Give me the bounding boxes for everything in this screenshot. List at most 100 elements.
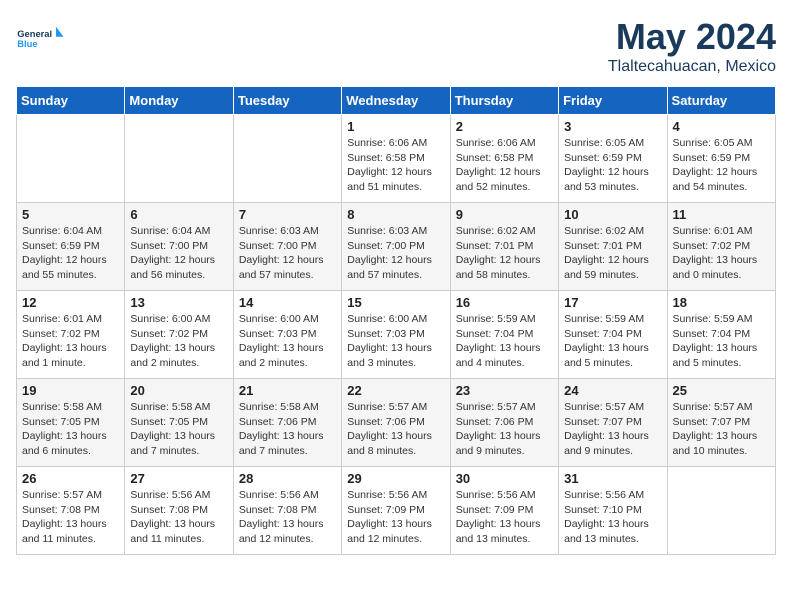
- day-number: 25: [673, 383, 770, 398]
- calendar-cell: 14 Sunrise: 6:00 AM Sunset: 7:03 PM Dayli…: [233, 291, 341, 379]
- page-header: General Blue May 2024 Tlaltecahuacan, Me…: [16, 16, 776, 76]
- location-title: Tlaltecahuacan, Mexico: [608, 58, 776, 76]
- calendar-cell: 1 Sunrise: 6:06 AM Sunset: 6:58 PM Daylig…: [342, 115, 450, 203]
- day-info: Sunrise: 6:06 AM Sunset: 6:58 PM Dayligh…: [456, 136, 553, 195]
- day-number: 27: [130, 471, 227, 486]
- day-info: Sunrise: 6:06 AM Sunset: 6:58 PM Dayligh…: [347, 136, 444, 195]
- calendar-week-row: 12 Sunrise: 6:01 AM Sunset: 7:02 PM Dayli…: [17, 291, 776, 379]
- calendar-cell: 3Sunrise: 6:05 AM Sunset: 6:59 PM Daylig…: [559, 115, 667, 203]
- calendar-cell: 25Sunrise: 5:57 AM Sunset: 7:07 PM Dayli…: [667, 379, 775, 467]
- calendar-cell: 11 Sunrise: 6:01 AM Sunset: 7:02 PM Dayli…: [667, 203, 775, 291]
- day-number: 12: [22, 295, 119, 310]
- day-number: 8: [347, 207, 444, 222]
- calendar-cell: 24Sunrise: 5:57 AM Sunset: 7:07 PM Dayli…: [559, 379, 667, 467]
- day-number: 23: [456, 383, 553, 398]
- day-info: Sunrise: 5:57 AM Sunset: 7:06 PM Dayligh…: [456, 400, 553, 459]
- day-info: Sunrise: 5:56 AM Sunset: 7:09 PM Dayligh…: [347, 488, 444, 547]
- day-info: Sunrise: 5:59 AM Sunset: 7:04 PM Dayligh…: [564, 312, 661, 371]
- calendar-cell: [17, 115, 125, 203]
- calendar-cell: 10 Sunrise: 6:02 AM Sunset: 7:01 PM Dayli…: [559, 203, 667, 291]
- calendar-cell: 15Sunrise: 6:00 AM Sunset: 7:03 PM Dayli…: [342, 291, 450, 379]
- day-info: Sunrise: 6:05 AM Sunset: 6:59 PM Dayligh…: [564, 136, 661, 195]
- svg-text:General: General: [17, 29, 52, 39]
- calendar-cell: 19Sunrise: 5:58 AM Sunset: 7:05 PM Dayli…: [17, 379, 125, 467]
- day-info: Sunrise: 6:05 AM Sunset: 6:59 PM Dayligh…: [673, 136, 770, 195]
- calendar-cell: 16 Sunrise: 5:59 AM Sunset: 7:04 PM Dayli…: [450, 291, 558, 379]
- calendar-cell: 23 Sunrise: 5:57 AM Sunset: 7:06 PM Dayli…: [450, 379, 558, 467]
- calendar-week-row: 5 Sunrise: 6:04 AM Sunset: 6:59 PM Daylig…: [17, 203, 776, 291]
- weekday-header: Wednesday: [342, 87, 450, 115]
- day-info: Sunrise: 5:59 AM Sunset: 7:04 PM Dayligh…: [456, 312, 553, 371]
- day-info: Sunrise: 6:02 AM Sunset: 7:01 PM Dayligh…: [564, 224, 661, 283]
- calendar-cell: 17 Sunrise: 5:59 AM Sunset: 7:04 PM Dayli…: [559, 291, 667, 379]
- weekday-header: Sunday: [17, 87, 125, 115]
- header-row: SundayMondayTuesdayWednesdayThursdayFrid…: [17, 87, 776, 115]
- day-number: 29: [347, 471, 444, 486]
- logo-svg: General Blue: [16, 16, 66, 60]
- day-info: Sunrise: 5:58 AM Sunset: 7:05 PM Dayligh…: [130, 400, 227, 459]
- day-number: 21: [239, 383, 336, 398]
- weekday-header: Friday: [559, 87, 667, 115]
- day-info: Sunrise: 5:57 AM Sunset: 7:06 PM Dayligh…: [347, 400, 444, 459]
- calendar-cell: 4 Sunrise: 6:05 AM Sunset: 6:59 PM Daylig…: [667, 115, 775, 203]
- day-info: Sunrise: 6:00 AM Sunset: 7:03 PM Dayligh…: [347, 312, 444, 371]
- day-info: Sunrise: 6:01 AM Sunset: 7:02 PM Dayligh…: [673, 224, 770, 283]
- day-info: Sunrise: 6:02 AM Sunset: 7:01 PM Dayligh…: [456, 224, 553, 283]
- day-number: 26: [22, 471, 119, 486]
- day-number: 22: [347, 383, 444, 398]
- day-number: 4: [673, 119, 770, 134]
- calendar-week-row: 26 Sunrise: 5:57 AM Sunset: 7:08 PM Dayli…: [17, 467, 776, 555]
- day-info: Sunrise: 6:00 AM Sunset: 7:03 PM Dayligh…: [239, 312, 336, 371]
- day-info: Sunrise: 5:56 AM Sunset: 7:08 PM Dayligh…: [239, 488, 336, 547]
- day-info: Sunrise: 6:04 AM Sunset: 7:00 PM Dayligh…: [130, 224, 227, 283]
- day-number: 1: [347, 119, 444, 134]
- day-number: 2: [456, 119, 553, 134]
- calendar-cell: 22 Sunrise: 5:57 AM Sunset: 7:06 PM Dayli…: [342, 379, 450, 467]
- day-number: 30: [456, 471, 553, 486]
- calendar-cell: 26 Sunrise: 5:57 AM Sunset: 7:08 PM Dayli…: [17, 467, 125, 555]
- calendar-cell: 5 Sunrise: 6:04 AM Sunset: 6:59 PM Daylig…: [17, 203, 125, 291]
- weekday-header: Monday: [125, 87, 233, 115]
- day-info: Sunrise: 5:57 AM Sunset: 7:08 PM Dayligh…: [22, 488, 119, 547]
- calendar-cell: 7Sunrise: 6:03 AM Sunset: 7:00 PM Daylig…: [233, 203, 341, 291]
- day-number: 18: [673, 295, 770, 310]
- day-number: 19: [22, 383, 119, 398]
- calendar-cell: 12 Sunrise: 6:01 AM Sunset: 7:02 PM Dayli…: [17, 291, 125, 379]
- calendar-cell: [667, 467, 775, 555]
- day-number: 14: [239, 295, 336, 310]
- calendar-cell: 13Sunrise: 6:00 AM Sunset: 7:02 PM Dayli…: [125, 291, 233, 379]
- calendar-cell: 6 Sunrise: 6:04 AM Sunset: 7:00 PM Daylig…: [125, 203, 233, 291]
- weekday-header: Tuesday: [233, 87, 341, 115]
- day-number: 11: [673, 207, 770, 222]
- calendar-cell: 8 Sunrise: 6:03 AM Sunset: 7:00 PM Daylig…: [342, 203, 450, 291]
- calendar-cell: 9 Sunrise: 6:02 AM Sunset: 7:01 PM Daylig…: [450, 203, 558, 291]
- day-number: 6: [130, 207, 227, 222]
- calendar-cell: 27Sunrise: 5:56 AM Sunset: 7:08 PM Dayli…: [125, 467, 233, 555]
- svg-text:Blue: Blue: [17, 39, 37, 49]
- day-number: 13: [130, 295, 227, 310]
- day-info: Sunrise: 5:58 AM Sunset: 7:06 PM Dayligh…: [239, 400, 336, 459]
- day-number: 16: [456, 295, 553, 310]
- calendar-week-row: 1 Sunrise: 6:06 AM Sunset: 6:58 PM Daylig…: [17, 115, 776, 203]
- day-info: Sunrise: 6:03 AM Sunset: 7:00 PM Dayligh…: [347, 224, 444, 283]
- day-number: 5: [22, 207, 119, 222]
- calendar-cell: 30Sunrise: 5:56 AM Sunset: 7:09 PM Dayli…: [450, 467, 558, 555]
- calendar-week-row: 19 Sunrise: 5:58 AM Sunset: 7:05 PM Dayli…: [17, 379, 776, 467]
- day-info: Sunrise: 6:01 AM Sunset: 7:02 PM Dayligh…: [22, 312, 119, 371]
- weekday-header: Thursday: [450, 87, 558, 115]
- calendar-cell: [233, 115, 341, 203]
- day-info: Sunrise: 6:04 AM Sunset: 6:59 PM Dayligh…: [22, 224, 119, 283]
- day-number: 17: [564, 295, 661, 310]
- calendar-cell: [125, 115, 233, 203]
- day-number: 10: [564, 207, 661, 222]
- calendar-cell: 18Sunrise: 5:59 AM Sunset: 7:04 PM Dayli…: [667, 291, 775, 379]
- day-number: 31: [564, 471, 661, 486]
- day-number: 24: [564, 383, 661, 398]
- day-number: 9: [456, 207, 553, 222]
- calendar-cell: 29 Sunrise: 5:56 AM Sunset: 7:09 PM Dayli…: [342, 467, 450, 555]
- calendar-cell: 20 Sunrise: 5:58 AM Sunset: 7:05 PM Dayli…: [125, 379, 233, 467]
- day-number: 7: [239, 207, 336, 222]
- month-title: May 2024: [608, 16, 776, 58]
- day-number: 20: [130, 383, 227, 398]
- calendar-cell: 2 Sunrise: 6:06 AM Sunset: 6:58 PM Daylig…: [450, 115, 558, 203]
